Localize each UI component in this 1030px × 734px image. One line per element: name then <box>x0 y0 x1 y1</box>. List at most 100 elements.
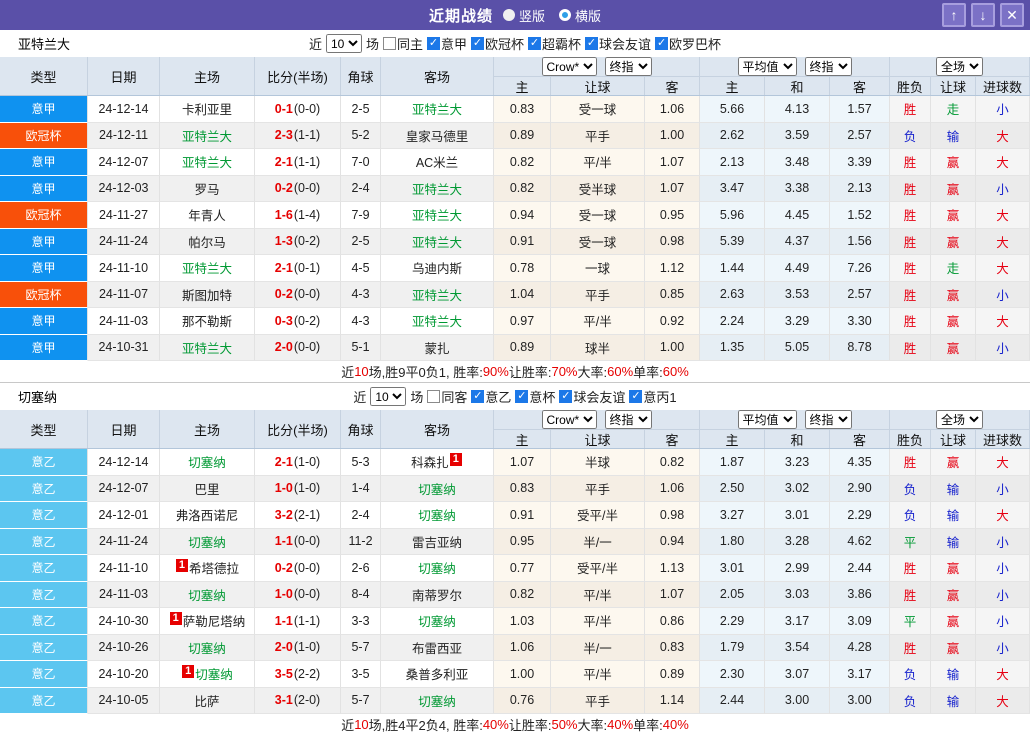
odds-handicap: 平手 <box>551 281 645 308</box>
match-row: 意乙 24-10-05 比萨 3-1 (2-0) 5-7 切塞纳 0.76 平手 1.14 2.44… <box>0 687 1030 714</box>
layout-radio-vertical[interactable]: 竖版 <box>502 6 545 25</box>
column-header-类型: 类型 <box>0 410 88 448</box>
result-handicap: 赢 <box>931 581 976 608</box>
result-text: 平 <box>903 535 917 550</box>
avg-home: 3.01 <box>700 555 765 582</box>
move-down-button[interactable]: ↓ <box>971 3 995 27</box>
filter-checkbox-意乙[interactable]: ✓ 意乙 <box>471 387 511 406</box>
average-final-select[interactable]: 终指 <box>804 57 852 76</box>
fulltime-score: 1-1 <box>274 534 293 549</box>
team-name-text: 切塞纳 <box>418 615 456 630</box>
column-header-角球: 角球 <box>341 57 381 95</box>
halftime-score: (0-0) <box>293 560 321 575</box>
match-row: 意甲 24-10-31 亚特兰大 2-0 (0-0) 5-1 蒙扎 0.89 球半 1.00 1.3… <box>0 334 1030 361</box>
fulltime-score: 0-3 <box>274 313 293 328</box>
odds-away: 0.92 <box>645 308 700 335</box>
away-team: 亚特兰大 <box>381 96 494 123</box>
column-header-客场: 客场 <box>381 57 494 95</box>
summary-segment: 70% <box>551 364 578 379</box>
result-winloss: 负 <box>890 661 931 688</box>
fulltime-score: 2-3 <box>274 128 293 143</box>
odds-home: 0.82 <box>494 149 551 176</box>
filter-checkbox-意丙1[interactable]: ✓ 意丙1 <box>629 387 677 406</box>
summary-segment: 60% <box>662 364 689 379</box>
column-header-类型: 类型 <box>0 57 88 95</box>
avg-away: 2.29 <box>830 502 890 529</box>
match-row: 意甲 24-11-24 帕尔马 1-3 (0-2) 2-5 亚特兰大 0.91 受一球 0.98 5… <box>0 228 1030 255</box>
result-handicap: 赢 <box>931 634 976 661</box>
match-row: 意乙 24-12-01 弗洛西诺尼 3-2 (2-1) 2-4 切塞纳 0.91 受平/半 0.9… <box>0 502 1030 529</box>
away-team: 亚特兰大 <box>381 175 494 202</box>
result-winloss: 胜 <box>890 449 931 476</box>
avg-home: 1.80 <box>700 528 765 555</box>
scope-select[interactable]: 全场 <box>936 410 983 429</box>
away-team: 切塞纳 <box>381 608 494 635</box>
match-count-select[interactable]: 10 <box>325 34 362 53</box>
bookmaker-select[interactable]: Crow* <box>541 410 597 429</box>
team-name-text: 切塞纳 <box>418 482 456 497</box>
move-up-button[interactable]: ↑ <box>942 3 966 27</box>
filter-checkbox-同主[interactable]: 同主 <box>382 34 423 53</box>
match-date: 24-10-20 <box>88 661 160 688</box>
result-text: 小 <box>996 341 1009 356</box>
fulltime-score: 2-0 <box>274 640 293 655</box>
layout-radio-horizontal[interactable]: 横版 <box>559 6 601 25</box>
filter-checkbox-欧冠杯[interactable]: ✓ 欧冠杯 <box>471 34 524 53</box>
team-name-text: 罗马 <box>194 182 220 197</box>
filter-checkbox-球会友谊[interactable]: ✓ 球会友谊 <box>585 34 651 53</box>
final-odds-select[interactable]: 终指 <box>604 410 652 429</box>
odds-home: 1.04 <box>494 281 551 308</box>
score: 1-0 (0-0) <box>255 581 341 608</box>
type-badge: 欧冠杯 <box>0 122 88 149</box>
match-date: 24-12-14 <box>88 96 160 123</box>
checkbox-label: 意乙 <box>485 390 512 405</box>
corners: 4-3 <box>341 281 381 308</box>
average-final-select[interactable]: 终指 <box>804 410 852 429</box>
scope-select[interactable]: 全场 <box>936 57 983 76</box>
odds-home: 0.76 <box>494 687 551 714</box>
final-odds-select[interactable]: 终指 <box>604 57 652 76</box>
result-text: 胜 <box>903 262 917 277</box>
result-goals: 大 <box>976 308 1030 335</box>
sub-column-header-主: 主 <box>700 430 765 448</box>
red-card-badge: 1 <box>175 559 189 573</box>
type-badge: 意乙 <box>0 555 88 582</box>
filter-checkbox-意杯[interactable]: ✓ 意杯 <box>515 387 555 406</box>
average-select[interactable]: 平均值 <box>737 410 797 429</box>
average-dropdown-cell: 平均值 终指 <box>700 57 890 77</box>
avg-draw: 2.99 <box>765 555 830 582</box>
filter-checkbox-意甲[interactable]: ✓ 意甲 <box>426 34 467 53</box>
bookmaker-select[interactable]: Crow* <box>541 57 597 76</box>
filter-checkbox-欧罗巴杯[interactable]: ✓ 欧罗巴杯 <box>655 34 721 53</box>
match-row: 欧冠杯 24-11-07 斯图加特 0-2 (0-0) 4-3 亚特兰大 1.04 平手 0.85… <box>0 281 1030 308</box>
result-handicap: 输 <box>931 687 976 714</box>
team-name-text: 弗洛西诺尼 <box>175 509 239 524</box>
checkbox-label: 意杯 <box>529 390 556 405</box>
checkbox-label: 欧冠杯 <box>485 37 525 52</box>
avg-away: 7.26 <box>830 255 890 282</box>
match-count-select[interactable]: 10 <box>370 387 407 406</box>
result-winloss: 胜 <box>890 308 931 335</box>
filter-checkbox-球会友谊[interactable]: ✓ 球会友谊 <box>559 387 625 406</box>
type-badge: 意甲 <box>0 175 88 202</box>
score: 0-2 (0-0) <box>255 555 341 582</box>
score: 1-1 (1-1) <box>255 608 341 635</box>
average-select[interactable]: 平均值 <box>737 57 797 76</box>
summary-segment: 单率: <box>633 718 663 733</box>
odds-home: 0.91 <box>494 502 551 529</box>
odds-away: 1.12 <box>645 255 700 282</box>
fulltime-score: 3-5 <box>274 666 293 681</box>
result-handicap: 走 <box>931 255 976 282</box>
team-name-text: 科森扎 <box>411 456 449 471</box>
result-text: 平 <box>903 615 917 630</box>
result-goals: 小 <box>976 281 1030 308</box>
close-button[interactable]: ✕ <box>1000 3 1024 27</box>
match-row: 意甲 24-11-10 亚特兰大 2-1 (0-1) 4-5 乌迪内斯 0.78 一球 1.12 1… <box>0 255 1030 282</box>
column-header-主场: 主场 <box>160 57 255 95</box>
filter-checkbox-超霸杯[interactable]: ✓ 超霸杯 <box>528 34 581 53</box>
odds-away: 0.83 <box>645 634 700 661</box>
checkbox-label: 意丙1 <box>643 390 677 405</box>
filter-checkbox-同客[interactable]: 同客 <box>427 387 467 406</box>
filter-bar: 亚特兰大近 10 场同主 ✓ 意甲 ✓ 欧冠杯 ✓ 超霸杯 ✓ 球会友谊 ✓ 欧罗巴杯 <box>0 30 1030 57</box>
score: 0-2 (0-0) <box>255 175 341 202</box>
